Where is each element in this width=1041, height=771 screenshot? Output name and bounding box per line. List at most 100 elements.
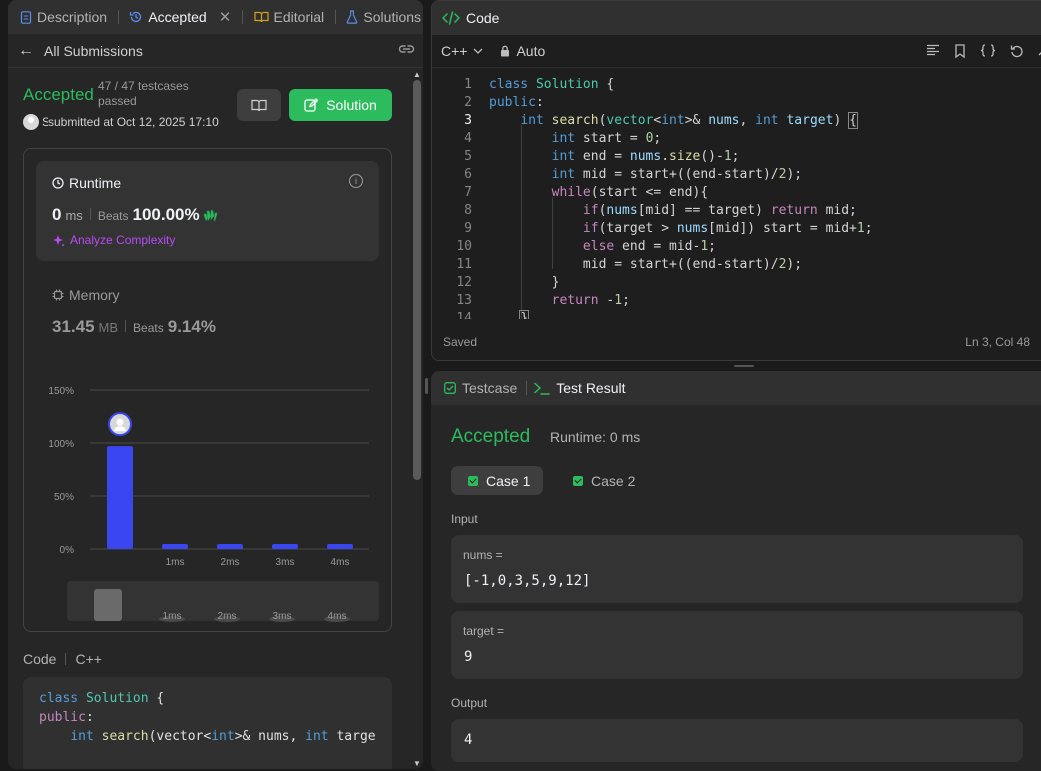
x-tick-label: 3ms [276,557,295,568]
code-line: mid = start+((end-start)/2); [489,256,802,274]
token-variable: nums [708,113,739,128]
flask-icon [346,10,358,24]
code-line: int start = 0; [489,130,661,148]
horizontal-splitter[interactable] [734,365,754,367]
submitted-time: submitted at Oct 12, 2025 17:10 [48,115,219,129]
code-line: int search(vector<int>& nums, int target… [489,112,857,130]
tab-accepted[interactable]: Accepted ✕ [127,8,233,26]
left-panel: Description Accepted ✕ Editorial Solutio… [8,0,423,769]
divider [65,653,66,665]
language-label: C++ [441,43,467,59]
auto-mode[interactable]: Auto [500,43,545,59]
y-tick-label: 100% [48,439,74,450]
runtime-distribution-chart[interactable]: 150%100%50%0%1ms2ms3ms4ms1ms2ms3ms4ms [24,149,393,633]
format-icon[interactable] [926,44,940,56]
scrollbar-thumb[interactable] [413,80,421,480]
link-icon[interactable] [398,42,415,59]
line-number: 4 [432,130,472,148]
submission-status: Accepted [23,85,94,105]
check-icon [573,476,583,486]
line-number: 10 [432,238,472,256]
chevron-down-icon [473,48,483,55]
reset-icon[interactable] [1010,44,1024,58]
scroll-down-icon[interactable]: ▼ [413,759,421,768]
all-submissions-bar[interactable]: ← All Submissions [8,34,423,68]
code-panel-title: Code [466,10,499,26]
braces-icon[interactable] [980,44,996,57]
tab-test-result[interactable]: Test Result [534,380,625,396]
back-arrow-icon[interactable]: ← [18,42,34,60]
left-tab-bar: Description Accepted ✕ Editorial Solutio… [8,0,423,34]
token-type: int [305,729,328,744]
token-keyword: else [583,239,614,254]
avatar[interactable] [23,114,39,130]
token-variable: nums [606,203,637,218]
token-number: 1 [857,221,865,236]
tab-test-result-label: Test Result [556,380,625,396]
bookmark-icon[interactable] [954,44,966,58]
check-icon [468,476,478,486]
input-value: 9 [464,649,472,665]
y-tick-label: 150% [48,386,74,397]
case-2-label: Case 2 [591,473,635,489]
language-select[interactable]: C++ [441,43,483,59]
editor-actions [926,44,1041,58]
tab-solutions-label: Solutions [363,9,421,25]
chart-bar [272,544,298,549]
cursor-position: Ln 3, Col 48 [965,335,1041,349]
tab-solutions[interactable]: Solutions [344,9,423,25]
token-number: 2 [779,167,787,182]
user-avatar-head [117,419,124,426]
token-function: search [102,729,149,744]
save-status: Saved [443,335,477,349]
tab-testcase-label: Testcase [462,380,517,396]
all-submissions-label: All Submissions [44,43,143,59]
input-value: [-1,0,3,5,9,12] [464,573,590,589]
line-number: 2 [432,94,472,112]
chart-bar [327,544,353,549]
tab-testcase[interactable]: Testcase [444,380,517,396]
code-section-language: C++ [75,651,101,667]
terminal-icon [534,382,550,395]
case-1-tab[interactable]: Case 1 [451,466,543,495]
line-number: 5 [432,148,472,166]
code-line: public: [489,94,544,112]
close-tab-icon[interactable]: ✕ [219,8,232,26]
code-line: if(nums[mid] == target) return mid; [489,202,857,220]
scroll-up-icon[interactable]: ▲ [413,70,421,79]
line-number: 11 [432,256,472,274]
tab-description[interactable]: Description [18,9,109,25]
line-number: 13 [432,292,472,310]
lock-icon [500,45,510,57]
chart-bar [217,544,243,549]
token-keyword: public [39,710,86,725]
result-tab-bar: Testcase Test Result [431,371,1041,405]
token-keyword: if [583,221,599,236]
token-number: 0 [646,131,654,146]
chart-bar [162,544,188,549]
line-number: 9 [432,220,472,238]
token-number: 1 [700,239,708,254]
code-line: int mid = start+((end-start)/2); [489,166,802,184]
token-function: search [552,113,599,128]
tab-divider [526,381,527,395]
overview-label: 1ms [163,611,182,622]
code-editor[interactable]: 1234567891011121314 class Solution { pub… [432,71,1041,319]
code-line: } [489,274,559,292]
testcases-passed: 47 / 47 testcases passed [98,79,198,109]
left-scrollbar[interactable]: ▲ ▼ [413,70,421,768]
tab-editorial[interactable]: Editorial [252,9,327,25]
case-2-tab[interactable]: Case 2 [556,466,648,495]
editor-status-bar: Saved Ln 3, Col 48 [432,324,1041,360]
editorial-book-button[interactable] [237,89,281,121]
token-keyword: return [552,293,599,308]
code-line: int end = nums.size()-1; [489,148,740,166]
code-section-header: Code C++ [23,651,102,667]
token-keyword: if [583,203,599,218]
x-tick-label: 1ms [166,557,185,568]
input-name: nums = [463,548,503,562]
bracket-highlight: { [849,113,857,128]
vertical-splitter[interactable] [425,378,428,394]
token-type: int [552,131,575,146]
solution-button[interactable]: Solution [289,89,392,121]
